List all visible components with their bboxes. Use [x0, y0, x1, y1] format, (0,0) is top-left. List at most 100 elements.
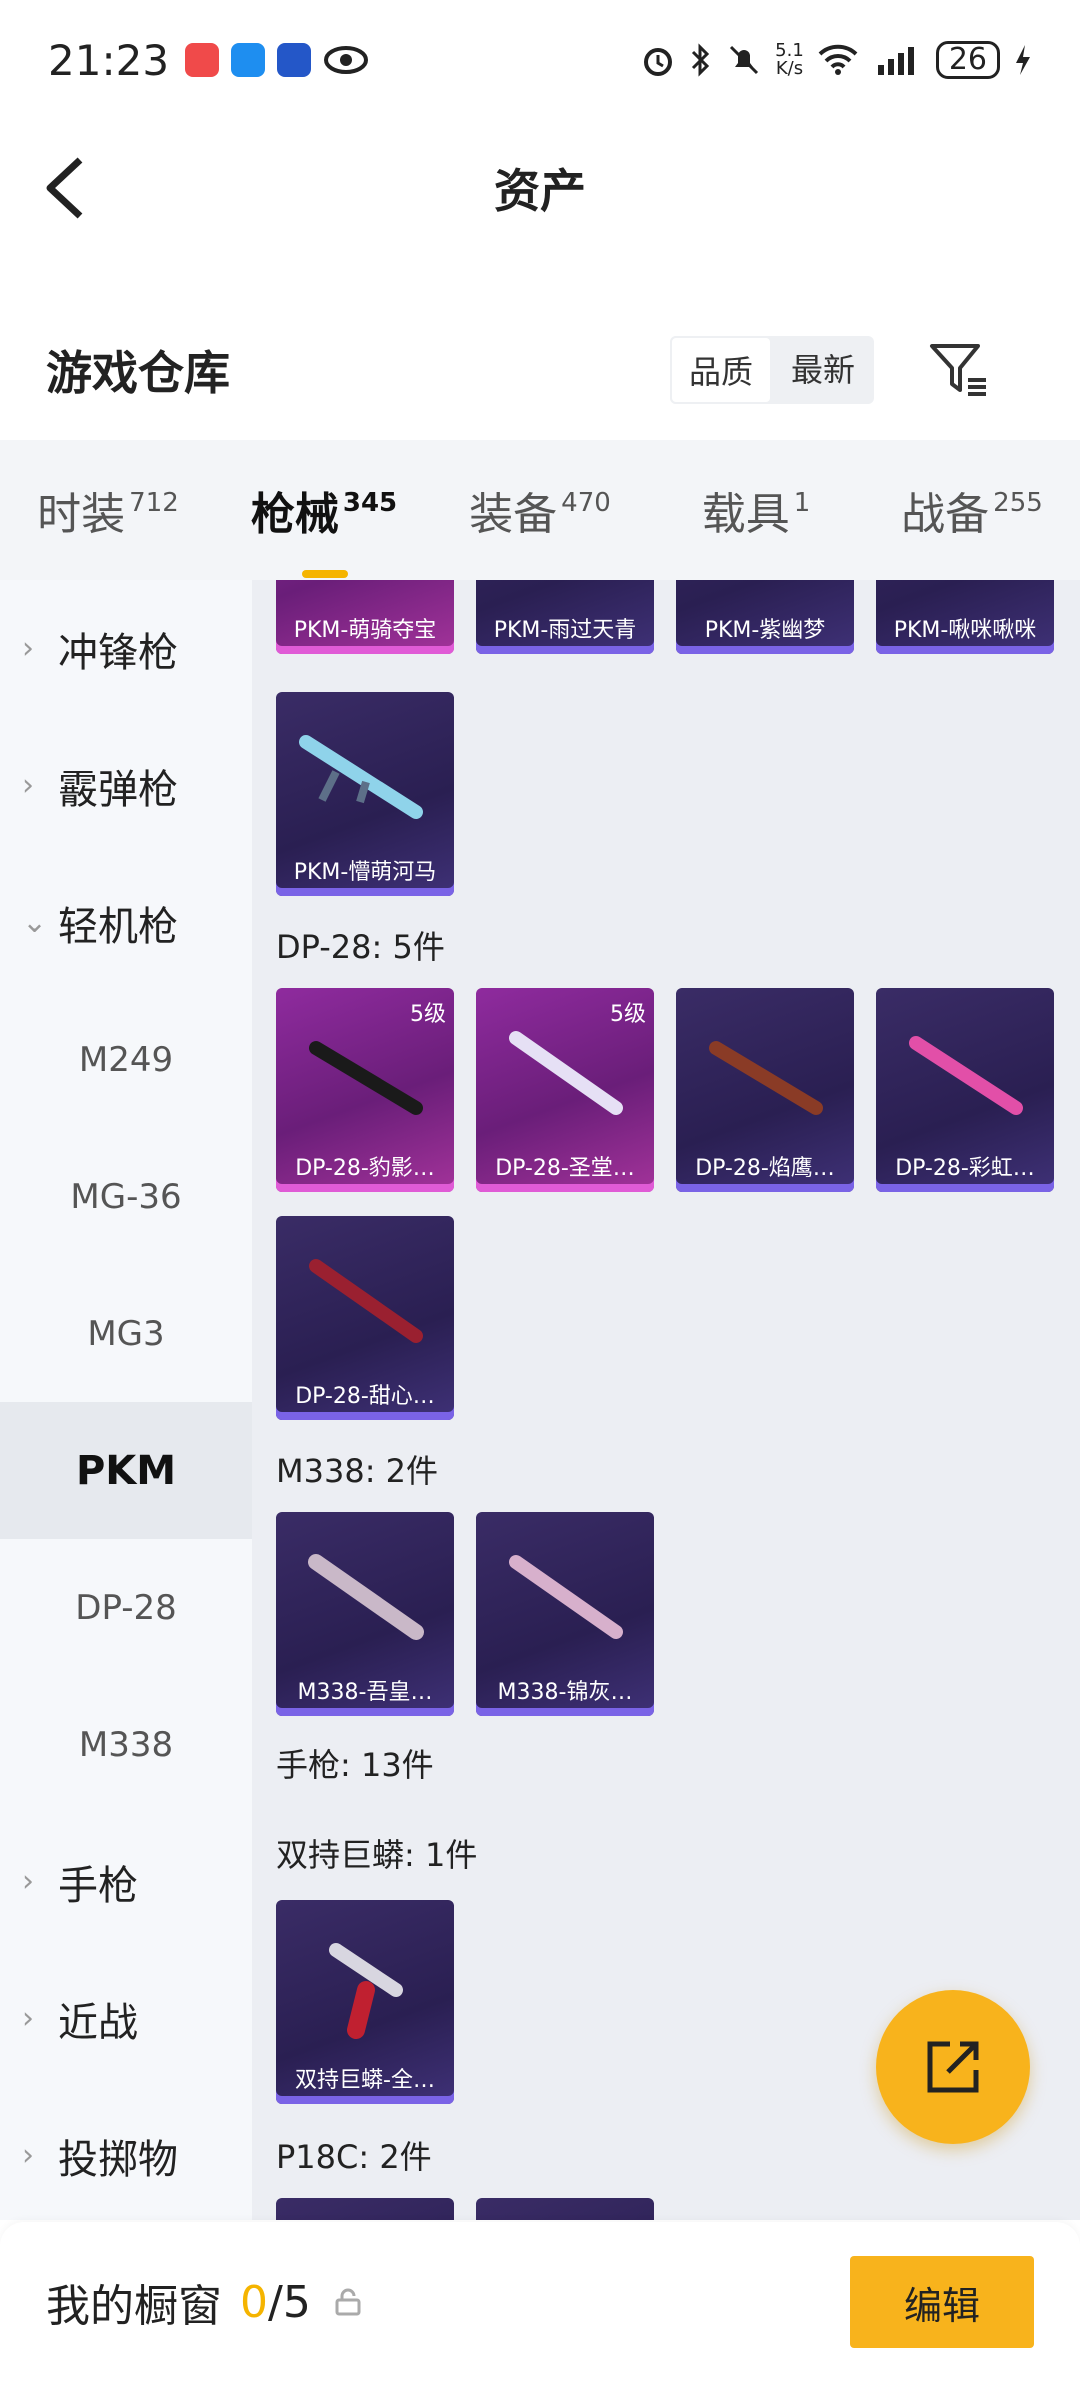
skin-card[interactable]: M338-吾皇…: [276, 1512, 454, 1716]
chevron-down-icon: ⌄: [22, 905, 48, 940]
skin-card[interactable]: DP-28-甜心…: [276, 1216, 454, 1420]
tab-equipment[interactable]: 装备 470: [432, 478, 648, 542]
skin-name: 双持巨蟒-全…: [295, 2068, 435, 2093]
skin-card[interactable]: PKM-雨过天青: [476, 580, 654, 654]
skin-card[interactable]: PKM-懵萌河马: [276, 692, 454, 896]
sidebar-sub-mg3[interactable]: MG3: [0, 1265, 252, 1402]
alarm-icon: [644, 48, 673, 76]
skin-name: PKM-啾咪啾咪: [893, 618, 1037, 643]
skin-name: DP-28-彩虹…: [895, 1156, 1035, 1181]
net-speed: 5.1 K/s: [775, 40, 804, 79]
showcase-bar: 我的橱窗 0/5 编辑: [0, 2222, 1080, 2382]
showcase-total: /5: [268, 2276, 311, 2328]
status-bar: 21:23 5.1 K/s 26: [0, 0, 1080, 120]
share-icon: [927, 2041, 979, 2093]
sidebar-item-shotgun[interactable]: › 霰弹枪: [0, 717, 252, 854]
machine-gun-icon: [308, 1554, 424, 1640]
skin-card[interactable]: M338-锦灰…: [476, 1512, 654, 1716]
charging-icon: [1016, 45, 1030, 75]
sidebar-item-label: 近战: [58, 1999, 138, 2046]
skin-name: PKM-萌骑夺宝: [293, 618, 437, 643]
machine-gun-icon: [509, 1555, 623, 1639]
tab-label: 时装: [37, 489, 126, 540]
sidebar-sub-dp28[interactable]: DP-28: [0, 1539, 252, 1676]
skin-name: DP-28-豹影…: [295, 1156, 435, 1181]
sidebar-item-pistol[interactable]: › 手枪: [0, 1813, 252, 1950]
lock-icon: [335, 2288, 361, 2316]
share-button[interactable]: [876, 1990, 1030, 2144]
tab-vehicle[interactable]: 载具 1: [648, 478, 864, 542]
shopping-app-icon: [185, 43, 220, 77]
group-header-pistol: 手枪: 13件: [276, 1746, 434, 1784]
sort-quality-button[interactable]: 品质: [670, 336, 772, 404]
skin-card[interactable]: 双持巨蟒-全…: [276, 1900, 454, 2104]
machine-gun-icon: [709, 1041, 823, 1115]
page-title: 资产: [494, 163, 586, 218]
tab-count: 345: [342, 488, 398, 518]
tab-count: 712: [129, 488, 179, 518]
tab-indicator: [302, 570, 348, 578]
skin-card[interactable]: [276, 2198, 454, 2220]
tab-tactical[interactable]: 战备 255: [864, 478, 1080, 542]
skin-name: M338-锦灰…: [497, 1680, 633, 1705]
tab-guns[interactable]: 枪械 345: [216, 478, 432, 578]
sidebar-sub-mg36[interactable]: MG-36: [0, 1128, 252, 1265]
tab-count: 470: [561, 488, 611, 518]
skin-card[interactable]: DP-28-焰鹰…: [676, 988, 854, 1192]
tab-count: 255: [993, 488, 1043, 518]
showcase-count: 0/5: [240, 2277, 311, 2328]
skin-card[interactable]: PKM-紫幽梦: [676, 580, 854, 654]
tab-count: 1: [793, 488, 811, 518]
skin-name: PKM-雨过天青: [493, 618, 637, 643]
sidebar-sub-pkm[interactable]: PKM: [0, 1402, 252, 1539]
status-time: 21:23: [48, 35, 170, 85]
sort-newest-button[interactable]: 最新: [772, 336, 874, 404]
sidebar-sub-m338[interactable]: M338: [0, 1676, 252, 1813]
signal-icon: [877, 47, 914, 75]
group-header-m338: M338: 2件: [276, 1452, 439, 1490]
nav-bar: 资产: [0, 120, 1080, 255]
weapon-category-sidebar: › 冲锋枪 › 霰弹枪 ⌄ 轻机枪 M249 MG-36 MG3 PKM DP-28 …: [0, 580, 252, 2220]
tab-fashion[interactable]: 时装 712: [0, 478, 216, 542]
sidebar-sub-m249[interactable]: M249: [0, 991, 252, 1128]
eye-icon: [324, 46, 369, 74]
mute-icon: [730, 45, 759, 75]
sidebar-item-throwable[interactable]: › 投掷物: [0, 2087, 252, 2224]
group-header-python: 双持巨蟒: 1件: [276, 1836, 478, 1874]
warehouse-header: 游戏仓库: [0, 300, 1080, 440]
tab-label: 枪械: [250, 489, 339, 540]
skin-name: PKM-紫幽梦: [704, 618, 826, 643]
machine-gun-icon: [309, 1041, 423, 1115]
sidebar-item-label: 霰弹枪: [58, 766, 178, 813]
skin-card[interactable]: 5级 DP-28-豹影…: [276, 988, 454, 1192]
revolver-icon: [329, 1943, 403, 2039]
showcase-title: 我的橱窗: [46, 2281, 222, 2332]
chevron-right-icon: ›: [22, 768, 34, 803]
group-header-dp28: DP-28: 5件: [276, 928, 445, 966]
skin-card[interactable]: 5级 DP-28-圣堂…: [476, 988, 654, 1192]
tab-label: 战备: [901, 489, 990, 540]
category-tabs: 时装 712 枪械 345 装备 470 载具 1 战备 255: [0, 440, 1080, 580]
sidebar-item-label: 手枪: [58, 1862, 138, 1909]
sidebar-item-melee[interactable]: › 近战: [0, 1950, 252, 2087]
edit-button[interactable]: 编辑: [850, 2256, 1034, 2348]
machine-gun-icon: [509, 1031, 623, 1115]
skin-card[interactable]: DP-28-彩虹…: [876, 988, 1054, 1192]
battery-level: 26: [935, 41, 1000, 79]
bluetooth-icon: [692, 43, 710, 77]
notification-icons: [185, 43, 369, 77]
skin-card[interactable]: [476, 2198, 654, 2220]
filter-icon[interactable]: [928, 340, 990, 398]
skin-name: DP-28-圣堂…: [495, 1156, 635, 1181]
sidebar-item-smg[interactable]: › 冲锋枪: [0, 580, 252, 717]
skin-name: PKM-懵萌河马: [293, 860, 437, 885]
wifi-icon: [818, 44, 858, 75]
sort-toggle: 品质 最新: [670, 336, 874, 404]
sidebar-item-label: 轻机枪: [58, 903, 178, 950]
skin-card[interactable]: PKM-萌骑夺宝: [276, 580, 454, 654]
skin-card[interactable]: PKM-啾咪啾咪: [876, 580, 1054, 654]
warehouse-title: 游戏仓库: [46, 346, 230, 400]
cloud-app-icon: [231, 43, 266, 77]
sidebar-item-lmg[interactable]: ⌄ 轻机枪: [0, 854, 252, 991]
back-arrow-icon[interactable]: [40, 152, 100, 224]
